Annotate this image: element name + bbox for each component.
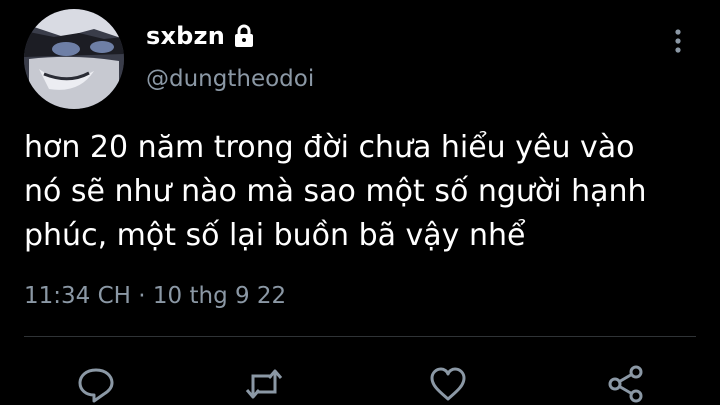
action-bar [0, 364, 720, 405]
like-icon[interactable] [428, 364, 468, 404]
timestamp[interactable]: 11:34 CH · 10 thg 9 22 [24, 283, 286, 309]
more-options-icon[interactable] [670, 26, 686, 56]
tweet: sxbzn @dungtheodoi hơn 20 năm trong đời … [0, 0, 720, 405]
tweet-text-line: phúc, một số lại buồn bã vậy nhể [24, 218, 526, 253]
meta-separator: · [138, 283, 146, 309]
tweet-date: 10 thg 9 22 [152, 283, 287, 309]
tweet-text-line: hơn 20 năm trong đời chưa hiểu yêu vào [24, 130, 635, 165]
tweet-time: 11:34 CH [24, 283, 131, 309]
share-icon[interactable] [606, 364, 646, 404]
avatar[interactable] [24, 9, 124, 109]
lock-icon [233, 24, 255, 48]
tweet-text-line: nó sẽ như nào mà sao một số người hạnh [24, 174, 647, 209]
handle[interactable]: @dungtheodoi [146, 66, 314, 92]
display-name[interactable]: sxbzn [146, 22, 225, 50]
tweet-text: hơn 20 năm trong đời chưa hiểu yêu vào n… [24, 126, 704, 258]
divider [24, 336, 696, 337]
avatar-image [24, 9, 124, 109]
author-row: sxbzn [146, 22, 255, 50]
retweet-icon[interactable] [244, 364, 284, 404]
reply-icon[interactable] [76, 364, 116, 404]
